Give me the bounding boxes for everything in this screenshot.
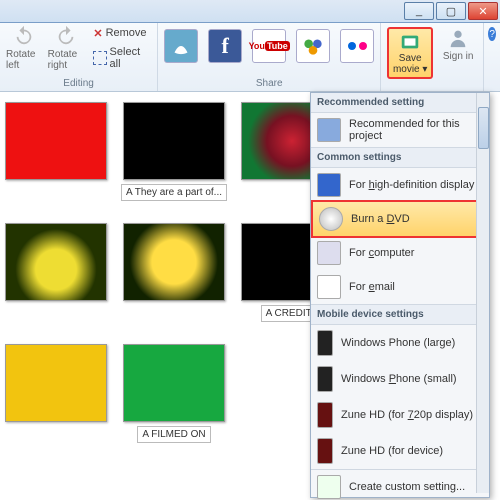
clip-thumbnail <box>123 102 225 180</box>
menu-wp-large[interactable]: Windows Phone (large) <box>311 325 489 361</box>
menu-recommended-label: Recommended for this project <box>349 118 483 142</box>
menu-zune-device[interactable]: Zune HD (for device) <box>311 433 489 469</box>
flickr-share-button[interactable] <box>340 29 374 63</box>
clip-item[interactable] <box>6 223 106 322</box>
menu-computer-label: For computer <box>349 247 414 259</box>
facebook-share-button[interactable]: f <box>208 29 242 63</box>
rotate-left-label: Rotate left <box>6 49 42 71</box>
select-all-label: Select all <box>110 46 152 70</box>
menu-zune-720-label: Zune HD (for 720p display) <box>341 409 473 421</box>
clip-thumbnail <box>5 344 107 422</box>
maximize-icon: ▢ <box>446 5 456 18</box>
window-titlebar: _ ▢ ✕ <box>0 0 500 23</box>
save-movie-icon <box>399 31 421 53</box>
rotate-left-button[interactable]: Rotate left <box>6 25 42 71</box>
clip-item[interactable] <box>6 102 106 201</box>
rotate-right-icon <box>55 25 77 47</box>
menu-computer[interactable]: For computer <box>311 236 489 270</box>
msn-share-button[interactable] <box>296 29 330 63</box>
remove-icon: ✕ <box>93 27 102 40</box>
phone-icon <box>317 330 333 356</box>
share-group: f YouTube <box>164 29 374 63</box>
save-movie-label: Save movie ▾ <box>391 53 429 75</box>
ribbon: Rotate left Rotate right ✕ Remove Select … <box>0 23 500 92</box>
clip-item[interactable]: A They are a part of... <box>124 102 224 201</box>
menu-custom-label: Create custom setting... <box>349 481 465 493</box>
menu-dvd-label: Burn a DVD <box>351 213 410 225</box>
menu-header-mobile: Mobile device settings <box>311 304 489 325</box>
zune-icon <box>317 402 333 428</box>
skydrive-share-button[interactable] <box>164 29 198 63</box>
remove-button[interactable]: ✕ Remove <box>93 27 151 40</box>
hd-icon <box>317 173 341 197</box>
maximize-button[interactable]: ▢ <box>436 2 466 20</box>
sign-in-icon <box>447 27 469 49</box>
clip-caption: A FILMED ON <box>137 426 210 443</box>
menu-scrollbar[interactable] <box>476 93 489 493</box>
rotate-right-label: Rotate right <box>48 49 84 71</box>
clip-item[interactable] <box>124 223 224 322</box>
stage: A They are a part of...A CREDITSA DIRECT… <box>0 92 500 500</box>
menu-recommended[interactable]: Recommended for this project <box>311 113 489 147</box>
menu-hd[interactable]: For high-definition display <box>311 168 489 202</box>
share-group-label: Share <box>256 78 283 89</box>
menu-header-recommended: Recommended setting <box>311 93 489 113</box>
menu-zune-720[interactable]: Zune HD (for 720p display) <box>311 397 489 433</box>
minimize-button[interactable]: _ <box>404 2 434 20</box>
clip-thumbnail <box>123 344 225 422</box>
menu-custom[interactable]: Create custom setting... <box>311 469 489 500</box>
remove-label: Remove <box>106 27 147 39</box>
help-button[interactable]: ? <box>488 27 496 41</box>
sign-in-button[interactable]: Sign in <box>439 27 477 62</box>
rotate-right-button[interactable]: Rotate right <box>48 25 84 71</box>
menu-burn-dvd[interactable]: Burn a DVD <box>311 200 489 238</box>
sign-in-label: Sign in <box>443 51 474 62</box>
phone-icon <box>317 366 333 392</box>
select-all-button[interactable]: Select all <box>93 46 151 70</box>
clip-thumbnail <box>123 223 225 301</box>
select-all-icon <box>93 51 106 65</box>
email-icon <box>317 275 341 299</box>
menu-zune-device-label: Zune HD (for device) <box>341 445 443 457</box>
rotate-left-icon <box>13 25 35 47</box>
clip-item[interactable]: A FILMED ON <box>124 344 224 443</box>
clip-caption: A They are a part of... <box>121 184 227 201</box>
computer-icon <box>317 241 341 265</box>
reel-icon <box>317 118 341 142</box>
editing-group-label: Editing <box>63 78 94 89</box>
menu-email[interactable]: For email <box>311 270 489 304</box>
menu-header-common: Common settings <box>311 147 489 168</box>
menu-wp-large-label: Windows Phone (large) <box>341 337 455 349</box>
menu-email-label: For email <box>349 281 395 293</box>
dvd-icon <box>319 207 343 231</box>
clip-thumbnail <box>5 102 107 180</box>
menu-wp-small-label: Windows Phone (small) <box>341 373 457 385</box>
menu-wp-small[interactable]: Windows Phone (small) <box>311 361 489 397</box>
menu-hd-label: For high-definition display <box>349 179 474 191</box>
clip-item[interactable] <box>6 344 106 443</box>
minimize-icon: _ <box>416 5 422 17</box>
youtube-share-button[interactable]: YouTube <box>252 29 286 63</box>
clip-thumbnail <box>5 223 107 301</box>
close-icon: ✕ <box>478 5 487 18</box>
save-movie-menu: Recommended setting Recommended for this… <box>310 92 490 498</box>
zune-icon <box>317 438 333 464</box>
save-movie-button[interactable]: Save movie ▾ <box>387 27 433 79</box>
close-button[interactable]: ✕ <box>468 2 498 20</box>
custom-icon <box>317 475 341 499</box>
scroll-thumb[interactable] <box>478 107 489 149</box>
